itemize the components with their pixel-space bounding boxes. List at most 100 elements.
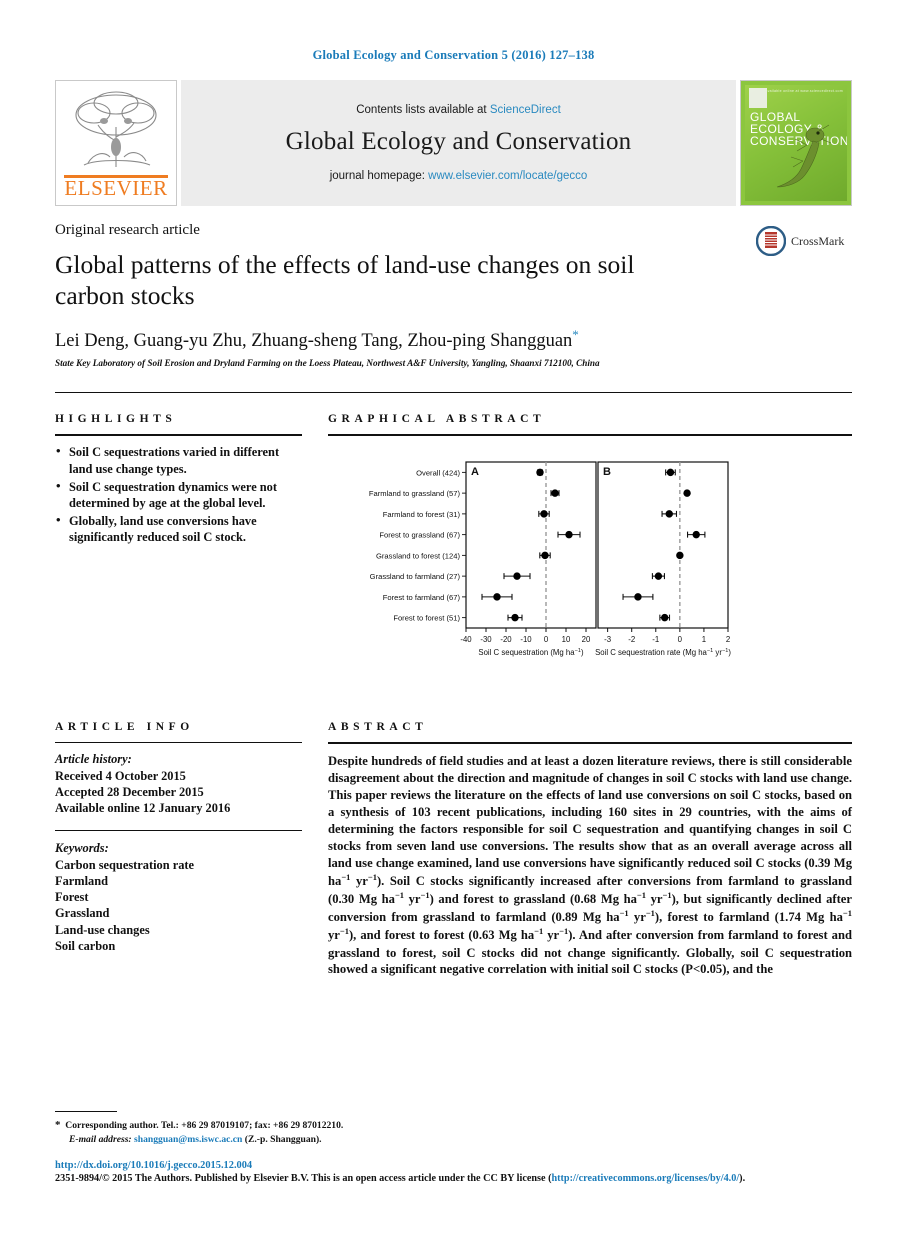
abstract-column: ABSTRACT Despite hundreds of field studi… xyxy=(328,721,852,978)
highlights-list: Soil C sequestrations varied in differen… xyxy=(55,443,302,545)
article-type: Original research article xyxy=(55,222,200,238)
crossmark-icon xyxy=(756,226,786,256)
data-point-group xyxy=(683,489,691,498)
keyword: Carbon sequestration rate xyxy=(55,857,195,872)
y-axis-tick-label: Forest to forest (51) xyxy=(393,614,460,623)
x-axis-tick-label: 0 xyxy=(678,635,683,644)
data-point-group xyxy=(507,614,523,622)
history-accepted: Accepted 28 December 2015 xyxy=(55,784,204,799)
abstract-sup: −1 xyxy=(394,890,405,901)
abstract-sup: −1 xyxy=(619,908,629,919)
email-link[interactable]: shangguan@ms.iswc.ac.cn xyxy=(134,1134,242,1145)
license-link[interactable]: http://creativecommons.org/licenses/by/4… xyxy=(551,1173,739,1184)
list-item: Soil C sequestration dynamics were not d… xyxy=(55,478,302,511)
abstract-part: Despite hundreds of field studies and at… xyxy=(328,754,852,889)
page-title: Global patterns of the effects of land-u… xyxy=(55,250,635,311)
forest-plot-chart: Overall (424) Farmland to grassland (57) F… xyxy=(369,461,731,657)
homepage-prefix: journal homepage: xyxy=(329,170,429,182)
abstract-part: yr xyxy=(628,910,646,925)
x-axis-tick-label: 2 xyxy=(726,635,730,644)
journal-masthead: ELSEVIER Contents lists available at Sci… xyxy=(55,80,852,206)
highlights-graphical-row: HIGHLIGHTS Soil C sequestrations varied … xyxy=(55,413,852,685)
plot-frame xyxy=(597,461,729,630)
abstract-part: ), forest to farmland (1.74 Mg ha xyxy=(654,910,843,925)
list-item: Soil C sequestrations varied in differen… xyxy=(55,443,302,476)
license-prefix: 2351-9894/© 2015 The Authors. Published … xyxy=(55,1172,552,1184)
email-label: E-mail address: xyxy=(69,1134,132,1146)
abstract-part: ) and forest to grassland (0.68 Mg ha xyxy=(429,892,637,907)
x-axis-tick-label: -2 xyxy=(628,635,635,644)
page-footer: * Corresponding author. Tel.: +86 29 870… xyxy=(55,1110,852,1186)
data-point-group xyxy=(665,469,676,477)
contents-line: Contents lists available at ScienceDirec… xyxy=(356,104,561,116)
keyword: Land-use changes xyxy=(55,922,150,937)
journal-cover-thumbnail: Available online at www.sciencedirect.co… xyxy=(740,80,852,206)
contents-prefix: Contents lists available at xyxy=(356,104,490,116)
x-axis-tick-label: -30 xyxy=(480,635,492,644)
abstract-sup: −1 xyxy=(367,872,377,882)
abstract-sup: −1 xyxy=(636,890,646,901)
abstract-sup: −1 xyxy=(534,926,544,937)
x-axis-title: Soil C sequestration rate (Mg ha−1 yr−1) xyxy=(595,648,731,657)
journal-title: Global Ecology and Conservation xyxy=(285,128,632,155)
license-suffix: ). xyxy=(739,1172,746,1184)
elsevier-wordmark: ELSEVIER xyxy=(64,176,168,200)
article-page: Global Ecology and Conservation 5 (2016)… xyxy=(0,0,907,1238)
corresponding-author-note: * Corresponding author. Tel.: +86 29 870… xyxy=(55,1117,852,1148)
graphical-abstract-column: GRAPHICAL ABSTRACT Overall (424) Farmland… xyxy=(328,413,852,685)
x-axis-tick-label: 10 xyxy=(562,635,571,644)
corresponding-author-marker: * xyxy=(572,327,579,343)
x-axis-tick-label: -3 xyxy=(604,635,611,644)
history-online: Available online 12 January 2016 xyxy=(55,801,231,816)
x-axis-tick-label: 0 xyxy=(544,635,549,644)
history-received: Received 4 October 2015 xyxy=(55,768,186,783)
highlights-column: HIGHLIGHTS Soil C sequestrations varied … xyxy=(55,413,302,685)
abstract-part: yr xyxy=(646,892,663,907)
highlights-heading: HIGHLIGHTS xyxy=(55,413,177,426)
data-point-group xyxy=(661,510,678,519)
running-head: Global Ecology and Conservation 5 (2016)… xyxy=(312,48,595,62)
homepage-line: journal homepage: www.elsevier.com/locat… xyxy=(330,170,588,182)
x-axis-tick-label: 1 xyxy=(702,635,706,644)
journal-band: Contents lists available at ScienceDirec… xyxy=(181,80,736,206)
abstract-sup: −1 xyxy=(662,890,672,901)
corresponding-text: Corresponding author. Tel.: +86 29 87019… xyxy=(65,1119,344,1131)
sciencedirect-link[interactable]: ScienceDirect xyxy=(490,104,561,116)
abstract-part: yr xyxy=(543,928,560,943)
x-axis-tick-label: -10 xyxy=(520,635,532,644)
data-point-group xyxy=(481,593,513,602)
data-point-group xyxy=(550,489,560,498)
email-suffix: (Z.-p. Shangguan). xyxy=(244,1134,322,1146)
keyword: Farmland xyxy=(55,873,109,888)
panel-label: A xyxy=(471,466,479,478)
keyword: Soil carbon xyxy=(55,938,116,953)
header-divider xyxy=(55,392,852,394)
abstract-part: yr xyxy=(328,928,340,943)
cover-corner-note: Available online at www.sciencedirect.co… xyxy=(765,89,843,93)
abstract-part: ), and forest to forest (0.63 Mg ha xyxy=(348,928,535,943)
lizard-icon xyxy=(776,124,832,188)
x-axis-tick-label: -20 xyxy=(500,635,512,644)
abstract-sup: −1 xyxy=(339,926,349,937)
footnote-divider xyxy=(55,1110,117,1112)
data-point-group xyxy=(676,552,684,560)
article-history: Article history: Received 4 October 2015… xyxy=(55,751,302,816)
data-point-group xyxy=(622,593,654,602)
y-axis-tick-label: Forest to farmland (67) xyxy=(383,593,461,602)
data-point-group xyxy=(651,572,665,581)
elsevier-tree-icon xyxy=(75,91,157,167)
doi-link[interactable]: http://dx.doi.org/10.1016/j.gecco.2015.1… xyxy=(55,1160,252,1171)
keyword: Forest xyxy=(55,890,89,905)
data-point-group xyxy=(659,614,671,622)
keywords-block: Keywords: Carbon sequestration rate Farm… xyxy=(55,840,302,954)
crossmark-label: CrossMark xyxy=(791,233,845,248)
abstract-sup: −1 xyxy=(842,908,853,919)
article-info-heading: ARTICLE INFO xyxy=(55,721,194,734)
crossmark-badge[interactable]: CrossMark xyxy=(756,226,852,256)
abstract-part: yr xyxy=(350,874,368,889)
keywords-label: Keywords: xyxy=(55,841,109,856)
journal-homepage-link[interactable]: www.elsevier.com/locate/gecco xyxy=(428,170,587,182)
data-point-group xyxy=(557,531,581,539)
doi-line[interactable]: http://dx.doi.org/10.1016/j.gecco.2015.1… xyxy=(55,1160,852,1171)
article-info-column: ARTICLE INFO Article history: Received 4… xyxy=(55,721,302,978)
